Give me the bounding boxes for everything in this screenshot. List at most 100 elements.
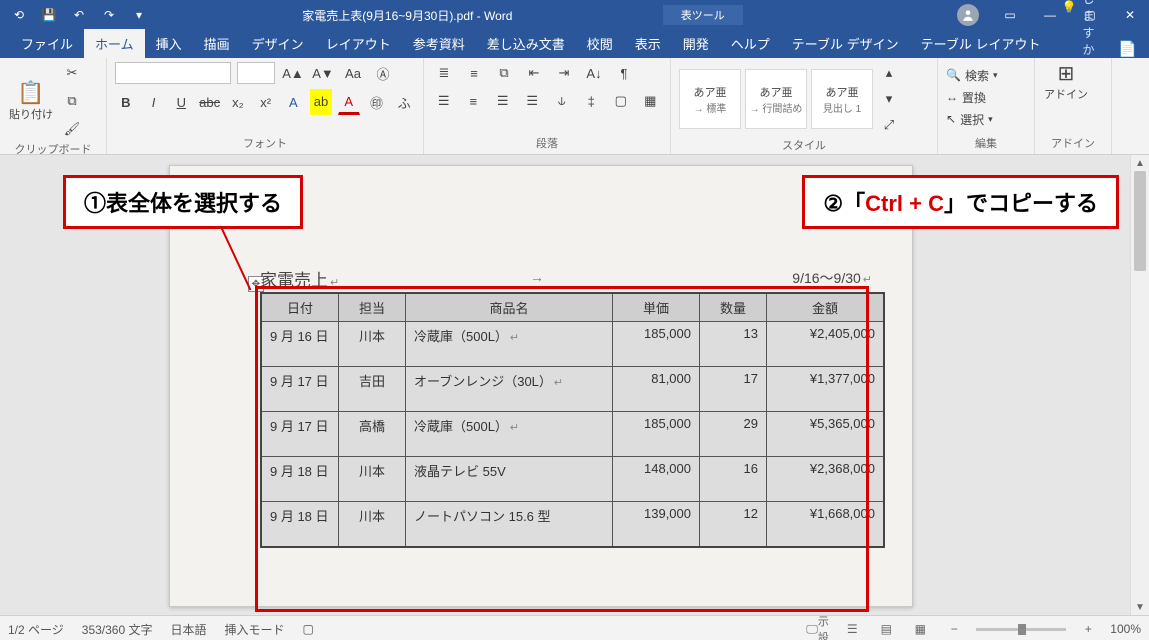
table-row[interactable]: 9 月 17 日高橋冷蔵庫（500L）185,00029¥5,365,000 bbox=[261, 412, 884, 457]
cell-price: 148,000 bbox=[613, 457, 700, 502]
align-right-icon[interactable]: ☰ bbox=[491, 89, 515, 113]
highlight-icon[interactable]: ab bbox=[310, 89, 332, 115]
multilevel-icon[interactable]: ⧉ bbox=[492, 61, 516, 85]
enclose-char-icon[interactable]: ㊞ bbox=[366, 90, 388, 114]
show-marks-icon[interactable]: ¶ bbox=[612, 61, 636, 85]
sales-table[interactable]: 日付 担当 商品名 単価 数量 金額 9 月 16 日川本冷蔵庫（500L）18… bbox=[260, 292, 885, 548]
addins-button[interactable]: ⊞ アドイン bbox=[1043, 61, 1089, 102]
italic-button[interactable]: I bbox=[143, 90, 165, 114]
tab-view[interactable]: 表示 bbox=[624, 29, 672, 58]
style-normal[interactable]: あア亜→ 標準 bbox=[679, 69, 741, 129]
align-center-icon[interactable]: ≡ bbox=[462, 89, 486, 113]
scroll-down-icon[interactable]: ▼ bbox=[1131, 599, 1149, 615]
select-button[interactable]: ↖選択 ▾ bbox=[946, 109, 1026, 129]
underline-button[interactable]: U bbox=[170, 90, 192, 114]
borders-icon[interactable]: ▦ bbox=[639, 89, 663, 113]
increase-indent-icon[interactable]: ⇥ bbox=[552, 61, 576, 85]
tab-references[interactable]: 参考資料 bbox=[402, 29, 476, 58]
format-painter-icon[interactable]: 🖌 bbox=[60, 117, 84, 141]
style-expand-icon[interactable]: ⤢ bbox=[877, 113, 901, 137]
tab-table-layout[interactable]: テーブル レイアウト bbox=[910, 29, 1052, 58]
style-no-spacing[interactable]: あア亜→ 行間詰め bbox=[745, 69, 807, 129]
table-row[interactable]: 9 月 18 日川本ノートパソコン 15.6 型139,00012¥1,668,… bbox=[261, 502, 884, 548]
tab-draw[interactable]: 描画 bbox=[193, 29, 241, 58]
cell-amount: ¥2,368,000 bbox=[767, 457, 885, 502]
cell-product: 冷蔵庫（500L） bbox=[406, 322, 613, 367]
font-name-input[interactable] bbox=[115, 62, 231, 84]
tell-me-search[interactable]: 💡何をしますか bbox=[1061, 0, 1106, 58]
sort-icon[interactable]: A↓ bbox=[582, 61, 606, 85]
align-left-icon[interactable]: ☰ bbox=[432, 89, 456, 113]
tab-file[interactable]: ファイル bbox=[10, 29, 84, 58]
table-row[interactable]: 9 月 18 日川本液晶テレビ 55V148,00016¥2,368,000 bbox=[261, 457, 884, 502]
redo-icon[interactable]: ↷ bbox=[96, 2, 122, 28]
style-heading1[interactable]: あア亜見出し 1 bbox=[811, 69, 873, 129]
autosave-icon[interactable]: ⟲ bbox=[6, 2, 32, 28]
shading-icon[interactable]: ▢ bbox=[609, 89, 633, 113]
superscript-button[interactable]: x² bbox=[255, 90, 277, 114]
cut-icon[interactable]: ✂ bbox=[60, 61, 84, 85]
table-row[interactable]: 9 月 16 日川本冷蔵庫（500L）185,00013¥2,405,000 bbox=[261, 322, 884, 367]
status-words[interactable]: 353/360 文字 bbox=[82, 621, 153, 638]
status-insert-mode[interactable]: 挿入モード bbox=[225, 621, 285, 638]
table-row[interactable]: 9 月 17 日吉田オーブンレンジ（30L）81,00017¥1,377,000 bbox=[261, 367, 884, 412]
zoom-out-button[interactable]: − bbox=[942, 619, 966, 639]
line-spacing-icon[interactable]: ‡ bbox=[580, 89, 604, 113]
user-avatar[interactable] bbox=[957, 4, 979, 26]
paste-button[interactable]: 📋 貼り付け bbox=[8, 80, 54, 122]
tab-mailings[interactable]: 差し込み文書 bbox=[476, 29, 576, 58]
clear-format-icon[interactable]: Ⓐ bbox=[371, 61, 395, 85]
tab-help[interactable]: ヘルプ bbox=[720, 29, 781, 58]
bullets-icon[interactable]: ≣ bbox=[432, 61, 456, 85]
strike-button[interactable]: abc bbox=[198, 90, 221, 114]
save-icon[interactable]: 💾 bbox=[36, 2, 62, 28]
decrease-indent-icon[interactable]: ⇤ bbox=[522, 61, 546, 85]
macro-record-icon[interactable]: ▢ bbox=[303, 622, 314, 636]
zoom-slider[interactable] bbox=[976, 628, 1066, 631]
qat-more-icon[interactable]: ▾ bbox=[126, 2, 152, 28]
scroll-up-icon[interactable]: ▲ bbox=[1131, 155, 1149, 171]
tab-review[interactable]: 校閲 bbox=[576, 29, 624, 58]
cell-staff: 吉田 bbox=[339, 367, 406, 412]
tab-layout[interactable]: レイアウト bbox=[315, 29, 402, 58]
distribute-icon[interactable]: ⫝ bbox=[550, 89, 574, 113]
find-button[interactable]: 🔍検索 ▾ bbox=[946, 65, 1026, 85]
undo-icon[interactable]: ↶ bbox=[66, 2, 92, 28]
change-case-icon[interactable]: Aa bbox=[341, 61, 365, 85]
scroll-thumb[interactable] bbox=[1134, 171, 1146, 271]
shrink-font-icon[interactable]: A▼ bbox=[311, 61, 335, 85]
cell-amount: ¥5,365,000 bbox=[767, 412, 885, 457]
style-prev-icon[interactable]: ▴ bbox=[877, 61, 901, 85]
ruby-icon[interactable]: ふ bbox=[393, 90, 415, 114]
zoom-in-button[interactable]: + bbox=[1076, 619, 1100, 639]
tab-design[interactable]: デザイン bbox=[241, 29, 315, 58]
copy-icon[interactable]: ⧉ bbox=[60, 89, 84, 113]
bold-button[interactable]: B bbox=[115, 90, 137, 114]
justify-icon[interactable]: ☰ bbox=[521, 89, 545, 113]
zoom-percent[interactable]: 100% bbox=[1110, 622, 1141, 636]
document-page[interactable]: ✥ 家電売上 → 9/16～9/30 日付 担当 商品名 単価 数量 金額 9 … bbox=[169, 165, 913, 607]
font-color-icon[interactable]: A bbox=[338, 89, 360, 115]
close-button[interactable]: ✕ bbox=[1111, 0, 1149, 30]
text-effects-icon[interactable]: A bbox=[282, 90, 304, 114]
status-page[interactable]: 1/2 ページ bbox=[8, 621, 64, 638]
replace-button[interactable]: ↔置換 bbox=[946, 87, 1026, 107]
style-next-icon[interactable]: ▾ bbox=[877, 87, 901, 111]
display-settings-button[interactable]: 🖵 表示設定 bbox=[806, 619, 830, 639]
font-size-input[interactable] bbox=[237, 62, 275, 84]
numbering-icon[interactable]: ≡ bbox=[462, 61, 486, 85]
tab-table-design[interactable]: テーブル デザイン bbox=[781, 29, 910, 58]
vertical-scrollbar[interactable]: ▲ ▼ bbox=[1130, 155, 1149, 615]
status-language[interactable]: 日本語 bbox=[171, 621, 207, 638]
tab-developer[interactable]: 開発 bbox=[672, 29, 720, 58]
zoom-slider-knob[interactable] bbox=[1018, 624, 1026, 635]
share-button[interactable]: 📄 bbox=[1106, 40, 1149, 58]
grow-font-icon[interactable]: A▲ bbox=[281, 61, 305, 85]
print-layout-icon[interactable]: ▤ bbox=[874, 619, 898, 639]
tab-home[interactable]: ホーム bbox=[84, 29, 145, 58]
web-layout-icon[interactable]: ▦ bbox=[908, 619, 932, 639]
read-mode-icon[interactable]: ☰ bbox=[840, 619, 864, 639]
subscript-button[interactable]: x₂ bbox=[227, 90, 249, 114]
tab-insert[interactable]: 挿入 bbox=[145, 29, 193, 58]
ribbon-display-icon[interactable]: ▭ bbox=[991, 0, 1029, 30]
